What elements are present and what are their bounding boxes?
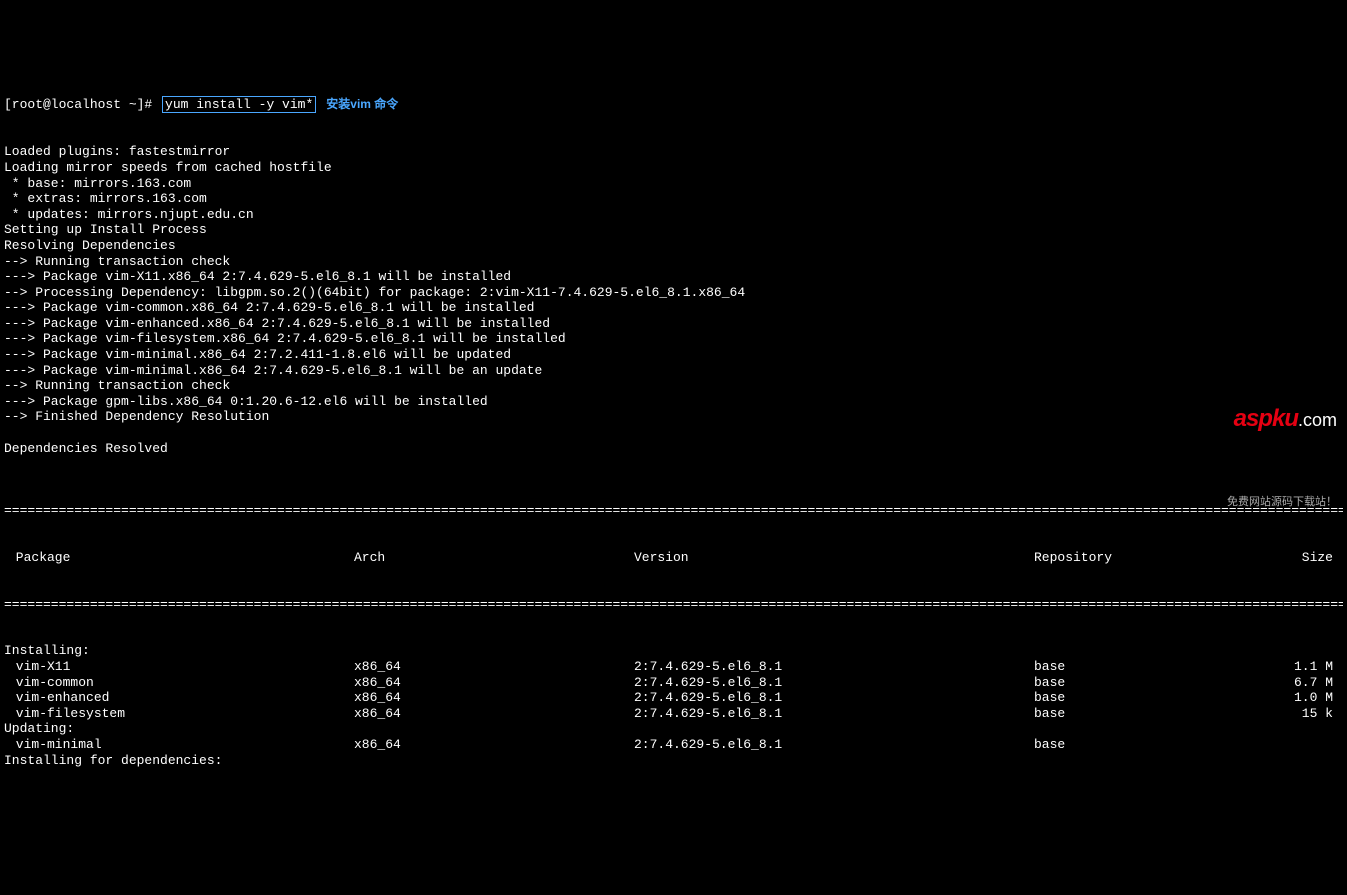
output-line: ---> Package vim-enhanced.x86_64 2:7.4.6… <box>4 316 1343 332</box>
output-line: ---> Package vim-X11.x86_64 2:7.4.629-5.… <box>4 269 1343 285</box>
cell-version: 2:7.4.629-5.el6_8.1 <box>634 690 1034 706</box>
header-package: Package <box>4 550 354 566</box>
cell-arch: x86_64 <box>354 690 634 706</box>
cell-size <box>1264 737 1343 753</box>
output-line: Setting up Install Process <box>4 222 1343 238</box>
cell-package: vim-filesystem <box>4 706 354 722</box>
command-highlight-box: yum install -y vim* <box>162 96 316 114</box>
divider-mid: ========================================… <box>4 597 1343 613</box>
table-row: vim-X11x86_642:7.4.629-5.el6_8.1base1.1 … <box>4 659 1343 675</box>
watermark-logo-white: .com <box>1298 410 1337 430</box>
header-repo: Repository <box>1034 550 1264 566</box>
cell-size: 6.7 M <box>1264 675 1343 691</box>
output-line: ---> Package vim-minimal.x86_64 2:7.2.41… <box>4 347 1343 363</box>
cell-version: 2:7.4.629-5.el6_8.1 <box>634 675 1034 691</box>
section-title: Installing: <box>4 643 1343 659</box>
table-row: vim-minimalx86_642:7.4.629-5.el6_8.1base <box>4 737 1343 753</box>
output-line: * updates: mirrors.njupt.edu.cn <box>4 207 1343 223</box>
cell-package: vim-minimal <box>4 737 354 753</box>
watermark-logo-red: aspku <box>1234 405 1298 432</box>
output-line: ---> Package vim-minimal.x86_64 2:7.4.62… <box>4 363 1343 379</box>
cell-repo: base <box>1034 659 1264 675</box>
output-line: Dependencies Resolved <box>4 441 1343 457</box>
output-line: ---> Package vim-filesystem.x86_64 2:7.4… <box>4 331 1343 347</box>
watermark-logo: aspku.com <box>1211 377 1337 463</box>
table-body: Installing: vim-X11x86_642:7.4.629-5.el6… <box>4 643 1343 768</box>
table-row: vim-enhancedx86_642:7.4.629-5.el6_8.1bas… <box>4 690 1343 706</box>
table-row: vim-filesystemx86_642:7.4.629-5.el6_8.1b… <box>4 706 1343 722</box>
cell-version: 2:7.4.629-5.el6_8.1 <box>634 706 1034 722</box>
section-title: Updating: <box>4 721 1343 737</box>
output-line: ---> Package vim-common.x86_64 2:7.4.629… <box>4 300 1343 316</box>
output-line: --> Running transaction check <box>4 378 1343 394</box>
cell-repo: base <box>1034 690 1264 706</box>
output-line: Loaded plugins: fastestmirror <box>4 144 1343 160</box>
cell-size: 1.1 M <box>1264 659 1343 675</box>
prompt-line: [root@localhost ~]# yum install -y vim* … <box>4 96 1343 114</box>
output-line: * base: mirrors.163.com <box>4 176 1343 192</box>
cell-repo: base <box>1034 675 1264 691</box>
output-line: --> Finished Dependency Resolution <box>4 409 1343 425</box>
cell-package: vim-common <box>4 675 354 691</box>
output-line: --> Processing Dependency: libgpm.so.2()… <box>4 285 1343 301</box>
shell-prompt: [root@localhost ~]# <box>4 97 160 113</box>
output-line: * extras: mirrors.163.com <box>4 191 1343 207</box>
cell-version: 2:7.4.629-5.el6_8.1 <box>634 737 1034 753</box>
output-line: --> Running transaction check <box>4 254 1343 270</box>
cell-repo: base <box>1034 737 1264 753</box>
output-block: Loaded plugins: fastestmirrorLoading mir… <box>4 144 1343 471</box>
header-version: Version <box>634 550 1034 566</box>
annotation-label: 安装vim 命令 <box>326 97 398 111</box>
cell-arch: x86_64 <box>354 706 634 722</box>
command-text[interactable]: yum install -y vim* <box>165 97 313 112</box>
cell-package: vim-X11 <box>4 659 354 675</box>
output-line: Resolving Dependencies <box>4 238 1343 254</box>
cell-size: 15 k <box>1264 706 1343 722</box>
terminal-output: [root@localhost ~]# yum install -y vim* … <box>0 62 1347 785</box>
output-line: ---> Package gpm-libs.x86_64 0:1.20.6-12… <box>4 394 1343 410</box>
cell-repo: base <box>1034 706 1264 722</box>
output-line <box>4 425 1343 441</box>
table-header-row: Package Arch Version Repository Size <box>4 550 1343 566</box>
header-arch: Arch <box>354 550 634 566</box>
section-title: Installing for dependencies: <box>4 753 1343 769</box>
cell-package: vim-enhanced <box>4 690 354 706</box>
watermark: aspku.com 免费网站源码下载站！ <box>1211 345 1337 525</box>
watermark-subtitle: 免费网站源码下载站！ <box>1211 496 1337 509</box>
cell-size: 1.0 M <box>1264 690 1343 706</box>
cell-arch: x86_64 <box>354 659 634 675</box>
header-size: Size <box>1264 550 1343 566</box>
table-row: vim-commonx86_642:7.4.629-5.el6_8.1base6… <box>4 675 1343 691</box>
cell-arch: x86_64 <box>354 737 634 753</box>
divider-top: ========================================… <box>4 503 1343 519</box>
output-line: Loading mirror speeds from cached hostfi… <box>4 160 1343 176</box>
cell-arch: x86_64 <box>354 675 634 691</box>
cell-version: 2:7.4.629-5.el6_8.1 <box>634 659 1034 675</box>
output-line <box>4 456 1343 472</box>
